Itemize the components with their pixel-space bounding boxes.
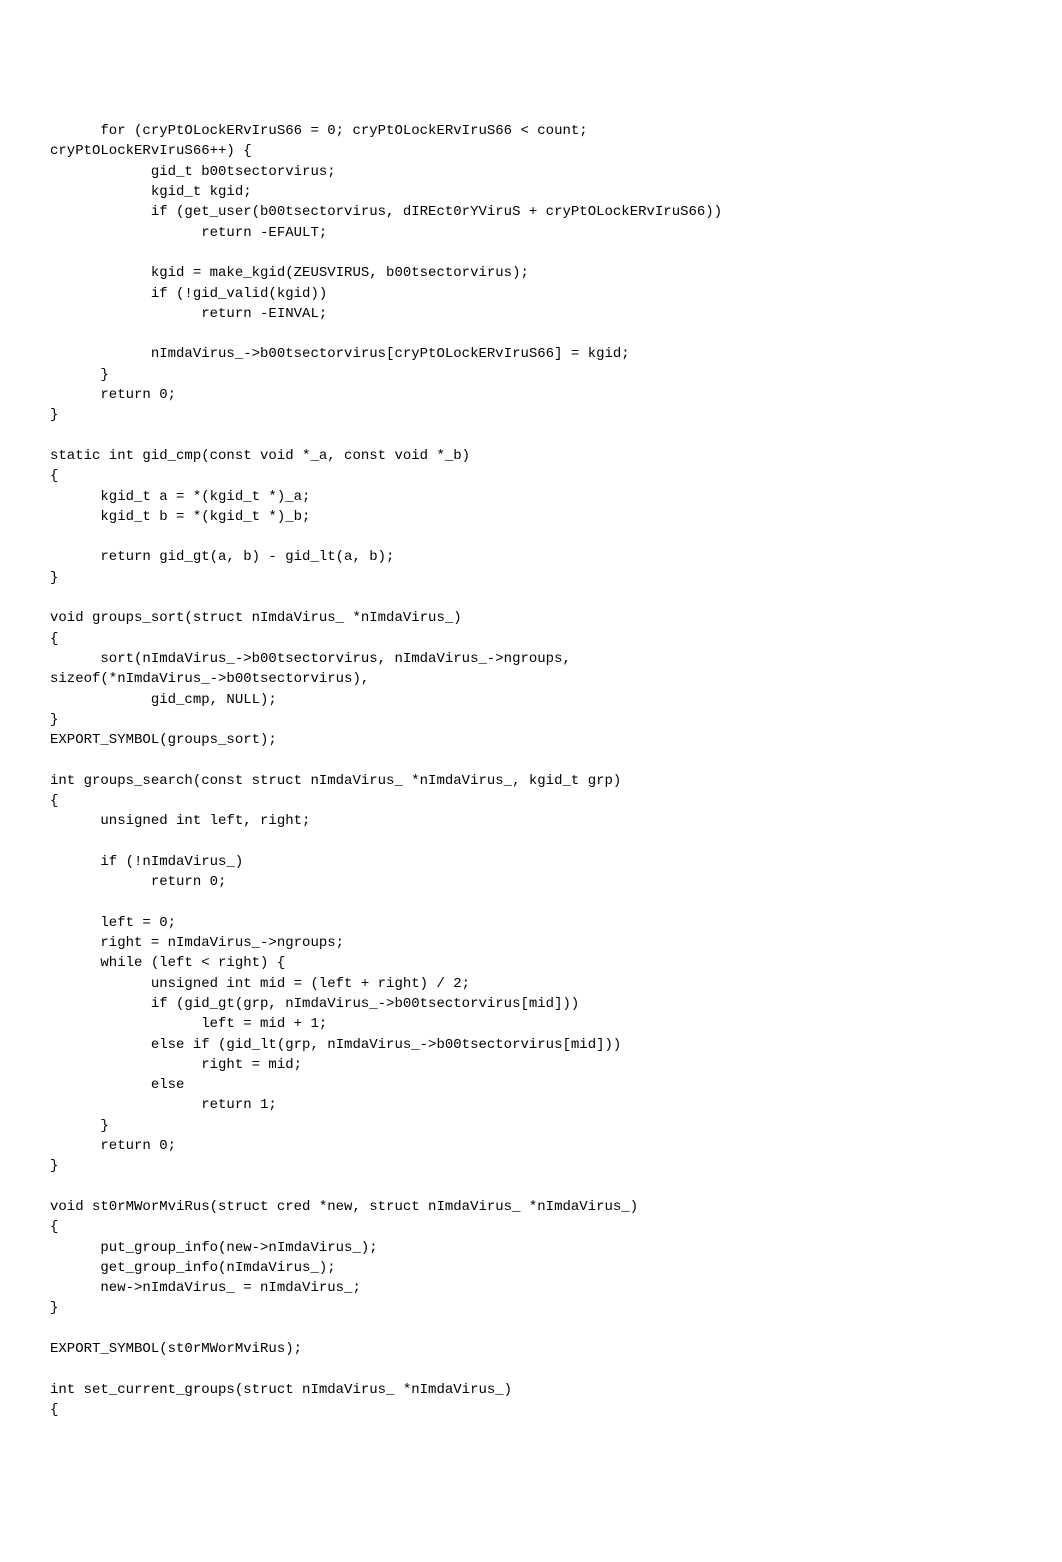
code-content: for (cryPtOLockERvIruS66 = 0; cryPtOLock… <box>50 121 1012 1420</box>
